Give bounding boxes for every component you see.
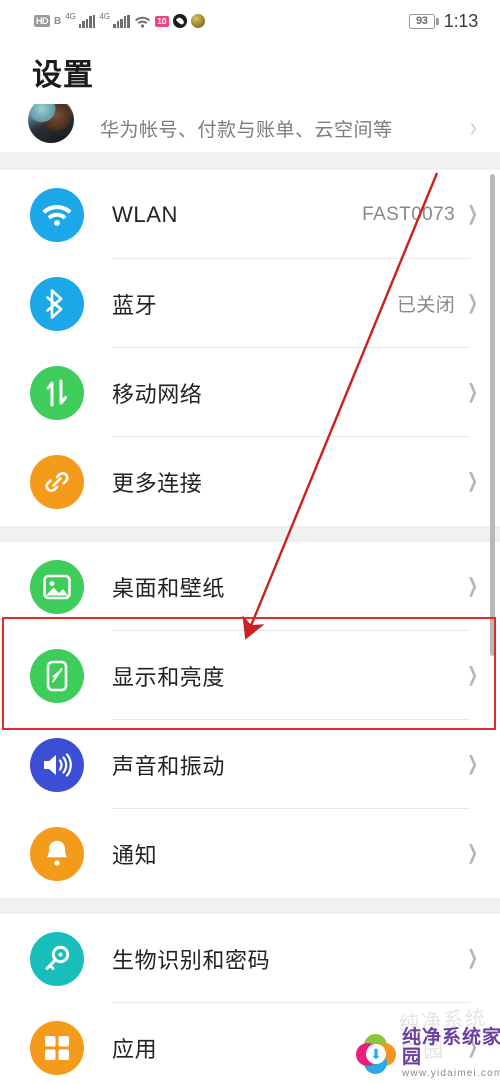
chevron-right-icon: ❯ bbox=[467, 575, 478, 598]
chevron-right-icon: ❯ bbox=[467, 292, 478, 315]
settings-group-connectivity: WLAN FAST0073 ❯ 蓝牙 已关闭 ❯ 移动网络 ❯ 更多连接 ❯ bbox=[0, 170, 500, 526]
chevron-right-icon: ❯ bbox=[467, 203, 478, 226]
settings-row-right: ❯ bbox=[467, 664, 478, 687]
medal-icon bbox=[191, 14, 206, 28]
vertical-scrollbar[interactable] bbox=[490, 174, 495, 656]
network-type-label-1: 4G bbox=[65, 11, 76, 21]
apps-grid-icon bbox=[30, 1020, 84, 1075]
settings-row[interactable]: 蓝牙 已关闭 ❯ bbox=[0, 259, 500, 348]
settings-row-label: 生物识别和密码 bbox=[112, 947, 271, 973]
settings-row-label: 桌面和壁纸 bbox=[112, 575, 226, 601]
chevron-right-icon: ❯ bbox=[467, 842, 478, 865]
settings-row-right: 已关闭 ❯ bbox=[397, 290, 478, 317]
settings-row-right: FAST0073 ❯ bbox=[362, 203, 478, 226]
group-gap bbox=[0, 526, 500, 542]
phone-screen: HD B 4G 4G 10 93 1:13 设置 华为帐号、付款与账单、云空间等… bbox=[0, 0, 500, 1084]
settings-row-right: ❯ bbox=[467, 381, 478, 404]
hd-voice-icon: HD bbox=[34, 15, 50, 27]
signal-bars-icon-2 bbox=[113, 14, 130, 28]
settings-row[interactable]: 更多连接 ❯ bbox=[0, 437, 500, 526]
download-arrow-icon: ⬇ bbox=[370, 1046, 382, 1062]
battery-cap bbox=[436, 17, 439, 25]
settings-row[interactable]: 生物识别和密码 ❯ bbox=[0, 914, 500, 1003]
settings-row[interactable]: 声音和振动 ❯ bbox=[0, 720, 500, 809]
battery-percent-label: 93 bbox=[415, 15, 428, 27]
chevron-right-icon: ❯ bbox=[467, 381, 478, 404]
settings-row-label: 显示和亮度 bbox=[112, 664, 226, 690]
wifi-icon bbox=[134, 15, 151, 28]
status-bar: HD B 4G 4G 10 93 1:13 bbox=[0, 0, 500, 42]
settings-row-label: 蓝牙 bbox=[112, 292, 158, 318]
watermark-logo-icon: ⬇ bbox=[356, 1034, 396, 1074]
settings-group-display: 桌面和壁纸 ❯ 显示和亮度 ❯ 声音和振动 ❯ 通知 ❯ bbox=[0, 542, 500, 898]
settings-row-label: WLAN bbox=[112, 201, 178, 227]
app-badge-icon: 10 bbox=[154, 15, 170, 27]
settings-row-label: 通知 bbox=[112, 842, 158, 868]
chevron-right-icon: ❯ bbox=[468, 122, 478, 135]
status-bar-right: 93 1:13 bbox=[408, 10, 478, 32]
settings-row-right: ❯ bbox=[467, 753, 478, 776]
settings-row[interactable]: 通知 ❯ bbox=[0, 809, 500, 898]
settings-row-value: 已关闭 bbox=[396, 295, 456, 316]
settings-row-label: 移动网络 bbox=[112, 381, 203, 407]
chevron-right-icon: ❯ bbox=[467, 664, 478, 687]
settings-row-right: ❯ bbox=[467, 947, 478, 970]
display-brightness-icon bbox=[30, 648, 84, 703]
page-title: 设置 bbox=[32, 59, 94, 92]
signal-bars-icon-1 bbox=[78, 14, 96, 28]
network-type-label-2: 4G bbox=[99, 11, 111, 21]
link-icon bbox=[30, 454, 84, 509]
chevron-right-icon: ❯ bbox=[467, 470, 478, 493]
group-gap bbox=[0, 152, 500, 170]
user-avatar bbox=[28, 104, 74, 143]
watermark-url: www.yidaimei.com bbox=[402, 1068, 500, 1079]
status-bar-left-icons: HD B 4G 4G 10 bbox=[34, 11, 206, 28]
settings-row-right: ❯ bbox=[467, 470, 478, 493]
settings-row[interactable]: WLAN FAST0073 ❯ bbox=[0, 170, 500, 259]
bell-icon bbox=[30, 826, 84, 881]
chevron-right-icon: ❯ bbox=[467, 947, 478, 970]
water-drop-icon bbox=[173, 14, 188, 28]
watermark: ⬇ 纯净系统家园 www.yidaimei.com bbox=[356, 1028, 500, 1080]
bluetooth-icon bbox=[30, 276, 84, 331]
account-row[interactable]: 华为帐号、付款与账单、云空间等 ❯ bbox=[0, 104, 500, 152]
clock-label: 1:13 bbox=[443, 10, 478, 31]
wallpaper-icon bbox=[30, 559, 84, 614]
key-icon bbox=[30, 931, 84, 986]
mobile-data-icon bbox=[30, 365, 84, 420]
group-gap bbox=[0, 898, 500, 914]
sim-icon: B bbox=[54, 15, 62, 27]
settings-row[interactable]: 显示和亮度 ❯ bbox=[0, 631, 500, 720]
settings-row-label: 更多连接 bbox=[112, 470, 203, 496]
watermark-brand: 纯净系统家园 bbox=[402, 1027, 500, 1068]
settings-row-right: ❯ bbox=[467, 842, 478, 865]
settings-row-label: 应用 bbox=[112, 1036, 158, 1062]
settings-row[interactable]: 桌面和壁纸 ❯ bbox=[0, 542, 500, 631]
settings-row-right: ❯ bbox=[467, 575, 478, 598]
wifi-icon bbox=[30, 187, 84, 242]
battery-indicator: 93 bbox=[408, 13, 439, 29]
settings-row-label: 声音和振动 bbox=[112, 753, 226, 779]
settings-row[interactable]: 移动网络 ❯ bbox=[0, 348, 500, 437]
speaker-icon bbox=[30, 737, 84, 792]
chevron-right-icon: ❯ bbox=[467, 753, 478, 776]
account-subtitle: 华为帐号、付款与账单、云空间等 bbox=[100, 119, 393, 141]
settings-row-value: FAST0073 bbox=[362, 203, 456, 225]
